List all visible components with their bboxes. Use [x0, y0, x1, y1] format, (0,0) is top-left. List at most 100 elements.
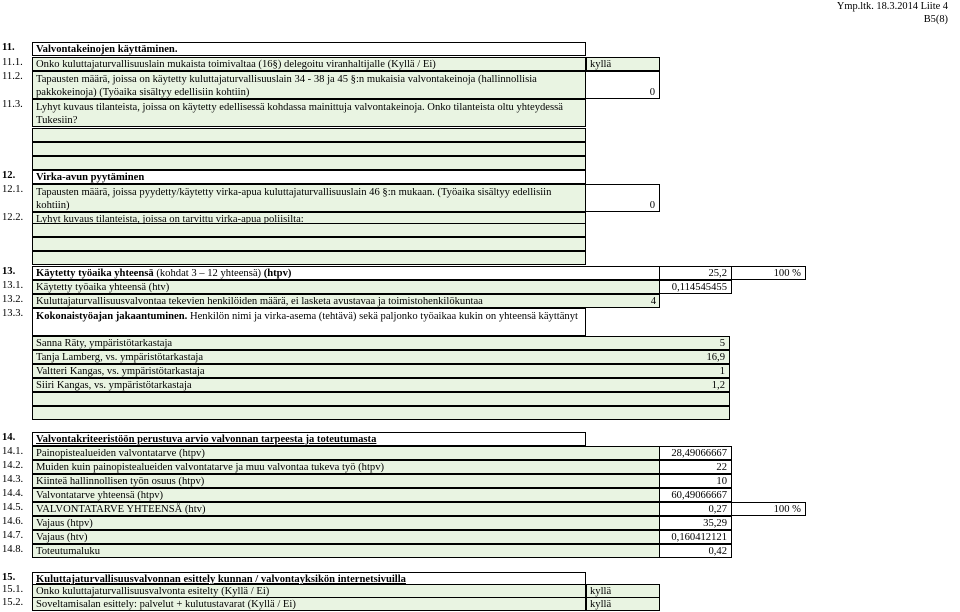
answer-value: 4: [650, 296, 656, 307]
value-cell: 60,49066667: [660, 488, 732, 502]
person-time: 5: [719, 338, 725, 349]
page-header: Ymp.ltk. 18.3.2014 Liite 4 B5(8): [837, 0, 948, 26]
person-row: Valtteri Kangas, vs. ympäristötarkastaja…: [0, 364, 960, 378]
question-cell: VALVONTATARVE YHTEENSÄ (htv): [32, 502, 660, 516]
question-text: Käytetty työaika yhteensä (htv): [36, 282, 170, 293]
row-13-2: 13.2. Kuluttajaturvallisuusvalvontaa tek…: [0, 294, 960, 308]
question-text: Kuluttajaturvallisuusvalvontaa tekevien …: [36, 296, 483, 307]
answer-field-12-2a[interactable]: [32, 223, 586, 237]
answer-field-15-1[interactable]: kyllä: [586, 584, 660, 598]
row-number: 13.3.: [2, 308, 24, 319]
person-name: Valtteri Kangas, vs. ympäristötarkastaja: [36, 366, 205, 377]
section-13-title-row: 13. Käytetty työaika yhteensä (kohdat 3 …: [0, 266, 960, 280]
person-field[interactable]: Valtteri Kangas, vs. ympäristötarkastaja…: [32, 364, 730, 378]
question-cell: Vajaus (htpv): [32, 516, 660, 530]
question-cell: Käytetty työaika yhteensä (htv): [32, 280, 660, 294]
answer-field-12-2b[interactable]: [32, 237, 586, 251]
total-time-field[interactable]: 25,2: [660, 266, 732, 280]
row-11-2: 11.2. Tapausten määrä, joissa on käytett…: [0, 71, 960, 99]
question-text: Painopistealueiden valvontatarve (htpv): [36, 448, 205, 459]
row-13-3: 13.3. Kokonaistyöajan jakaantuminen. Hen…: [0, 308, 960, 336]
question-text: Kokonaistyöajan jakaantuminen. Henkilön …: [36, 310, 582, 323]
question-text: Valvontatarve yhteensä (htpv): [36, 490, 164, 501]
section-title-cell: Käytetty työaika yhteensä (kohdat 3 – 12…: [32, 266, 660, 280]
person-time: 16,9: [706, 352, 725, 363]
row-14-7: 14.7. Vajaus (htv) 0,160412121: [0, 530, 960, 544]
person-time: 1: [719, 366, 725, 377]
question-text: Onko kuluttajaturvallisuuslain mukaista …: [36, 59, 436, 70]
question-text: Vajaus (htv): [36, 532, 88, 543]
person-field[interactable]: Siiri Kangas, vs. ympäristötarkastaja 1,…: [32, 378, 730, 392]
row-12-1: 12.1. Tapausten määrä, joissa pyydetty/k…: [0, 184, 960, 212]
answer-field-11-2[interactable]: 0: [586, 71, 660, 99]
row-value: 0,42: [708, 546, 727, 557]
section-12-title-row: 12. Virka-avun pyytäminen: [0, 170, 960, 184]
row-value: 22: [716, 462, 727, 473]
question-cell: Painopistealueiden valvontatarve (htpv): [32, 446, 660, 460]
total-time-value: 25,2: [708, 268, 727, 279]
person-time: 1,2: [711, 380, 725, 391]
answer-value: kyllä: [590, 59, 612, 70]
section-13-title: Käytetty työaika yhteensä (kohdat 3 – 12…: [36, 267, 656, 280]
answer-field-12-2c[interactable]: [32, 251, 586, 265]
section-title-cell: Valvontakriteeristöön perustuva arvio va…: [32, 432, 586, 446]
total-time-percent-field: 100 %: [732, 266, 806, 280]
row-15-1: 15.1. Onko kuluttajaturvallisuusvalvonta…: [0, 584, 960, 598]
row-value: 0,160412121: [671, 532, 727, 543]
row-value: 10: [716, 476, 727, 487]
question-cell: Onko kuluttajaturvallisuuslain mukaista …: [32, 57, 586, 71]
person-field[interactable]: Tanja Lamberg, vs. ympäristötarkastaja 1…: [32, 350, 730, 364]
answer-field-15-2[interactable]: kyllä: [586, 597, 660, 611]
row-number: 14.1.: [2, 446, 24, 457]
answer-field-11-1[interactable]: kyllä: [586, 57, 660, 71]
section-number: 14.: [2, 432, 16, 443]
value-cell: 28,49066667: [660, 446, 732, 460]
person-name: Tanja Lamberg, vs. ympäristötarkastaja: [36, 352, 204, 363]
person-field-empty[interactable]: [32, 392, 730, 406]
percent-cell: 100 %: [732, 502, 806, 516]
person-row: Siiri Kangas, vs. ympäristötarkastaja 1,…: [0, 378, 960, 392]
question-cell: Soveltamisalan esittely: palvelut + kulu…: [32, 597, 586, 611]
answer-field-13-1[interactable]: 0,114545455: [660, 280, 732, 294]
section-title-cell: Virka-avun pyytäminen: [32, 170, 586, 184]
question-text: Muiden kuin painopistealueiden valvontat…: [36, 462, 385, 473]
title-rest: (kohdat 3 – 12 yhteensä): [153, 268, 264, 279]
answer-value: kyllä: [590, 599, 612, 610]
question-cell: Tapausten määrä, joissa pyydetty/käytett…: [32, 184, 586, 212]
section-14-title: Valvontakriteeristöön perustuva arvio va…: [36, 434, 377, 445]
row-14-3: 14.3. Kiinteä hallinnollisen työn osuus …: [0, 474, 960, 488]
row-14-5: 14.5. VALVONTATARVE YHTEENSÄ (htv) 0,27 …: [0, 502, 960, 516]
question-cell: Onko kuluttajaturvallisuusvalvonta esite…: [32, 584, 586, 598]
row-14-6: 14.6. Vajaus (htpv) 35,29: [0, 516, 960, 530]
question-cell: Valvontatarve yhteensä (htpv): [32, 488, 660, 502]
section-12-title: Virka-avun pyytäminen: [36, 172, 145, 183]
row-number: 14.2.: [2, 460, 24, 471]
person-field-empty[interactable]: [32, 406, 730, 420]
person-field[interactable]: Sanna Räty, ympäristötarkastaja 5: [32, 336, 730, 350]
row-number: 12.1.: [2, 184, 24, 195]
answer-field-11-3c[interactable]: [32, 156, 586, 170]
section-number: 12.: [2, 170, 16, 181]
question-text: Toteutumaluku: [36, 546, 100, 557]
question-cell: Lyhyt kuvaus tilanteista, joissa on käyt…: [32, 99, 586, 127]
question-cell: Kiinteä hallinnollisen työn osuus (htpv): [32, 474, 660, 488]
question-cell: Muiden kuin painopistealueiden valvontat…: [32, 460, 660, 474]
answer-field-12-1[interactable]: 0: [586, 184, 660, 212]
answer-value: 0: [649, 87, 655, 98]
question-cell: Kuluttajaturvallisuusvalvontaa tekevien …: [32, 294, 660, 308]
row-14-2: 14.2. Muiden kuin painopistealueiden val…: [0, 460, 960, 474]
answer-field-11-3a[interactable]: [32, 128, 586, 142]
question-bold: Kokonaistyöajan jakaantuminen.: [36, 311, 188, 322]
title-bold: Käytetty työaika yhteensä: [36, 268, 154, 279]
row-value: 28,49066667: [671, 448, 727, 459]
answer-field-11-3b[interactable]: [32, 142, 586, 156]
row-value: 60,49066667: [671, 490, 727, 501]
row-number: 14.7.: [2, 530, 24, 541]
person-name: Siiri Kangas, vs. ympäristötarkastaja: [36, 380, 192, 391]
row-number: 14.5.: [2, 502, 24, 513]
value-cell: 0,160412121: [660, 530, 732, 544]
question-text: Vajaus (htpv): [36, 518, 93, 529]
section-11-title: Valvontakeinojen käyttäminen.: [36, 44, 178, 55]
question-text: Soveltamisalan esittely: palvelut + kulu…: [36, 599, 296, 610]
section-title-cell: Valvontakeinojen käyttäminen.: [32, 42, 586, 56]
